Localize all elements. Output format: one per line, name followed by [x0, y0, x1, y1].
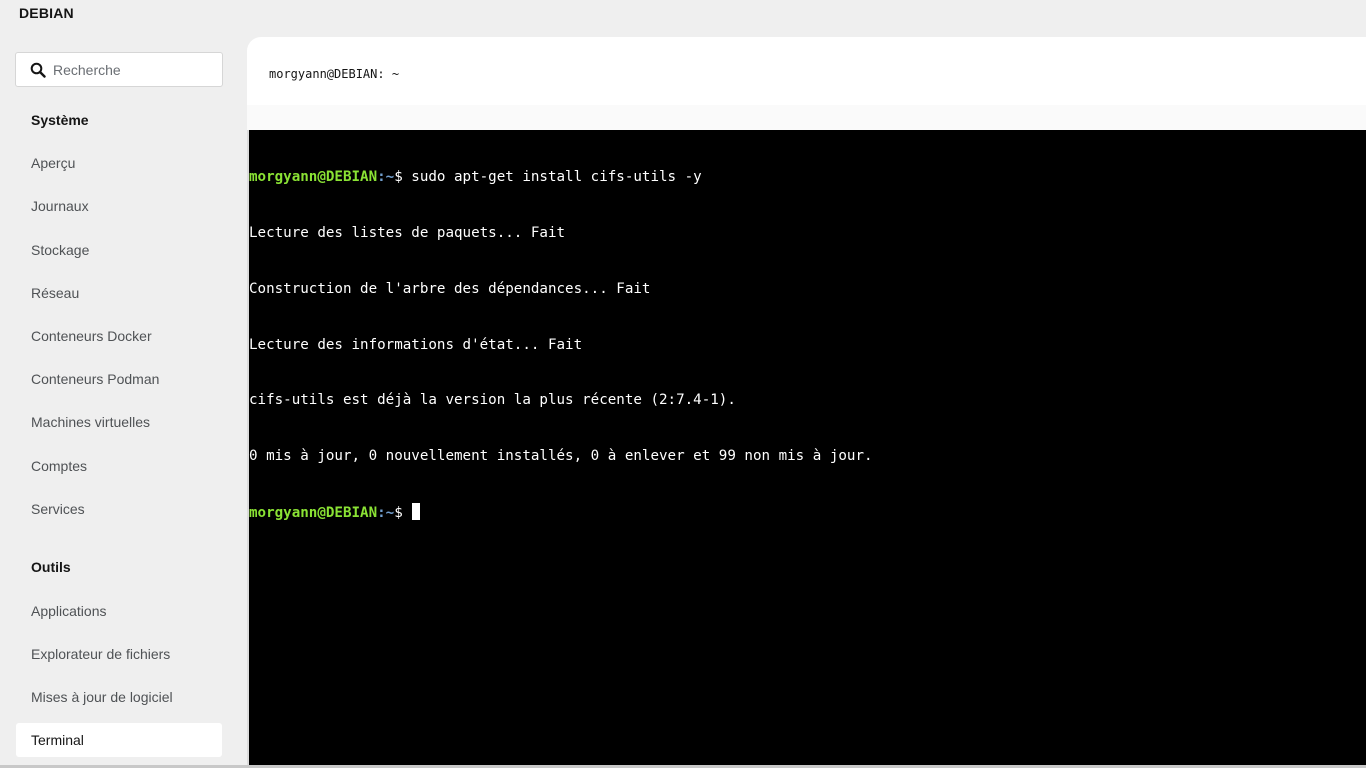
sidebar-item-reseau[interactable]: Réseau: [16, 276, 222, 310]
sidebar-item-docker[interactable]: Conteneurs Docker: [16, 319, 222, 353]
sidebar-item-explorateur-fichiers[interactable]: Explorateur de fichiers: [16, 637, 222, 671]
sidebar-item-terminal[interactable]: Terminal: [16, 723, 222, 757]
prompt-user: morgyann@DEBIAN: [249, 504, 378, 521]
sidebar-item-comptes[interactable]: Comptes: [16, 449, 222, 483]
prompt-symbol: $: [394, 504, 403, 521]
terminal-prompt-line[interactable]: morgyann@DEBIAN:~$: [249, 502, 1366, 522]
prompt-path: :~: [377, 169, 395, 186]
sidebar-item-stockage[interactable]: Stockage: [16, 233, 222, 267]
terminal-output-line: cifs-utils est déjà la version la plus r…: [249, 392, 736, 409]
sidebar-item-mises-a-jour[interactable]: Mises à jour de logiciel: [16, 680, 222, 714]
sidebar-item-applications[interactable]: Applications: [16, 594, 222, 628]
terminal-output-line: Lecture des listes de paquets... Fait: [249, 224, 566, 241]
sidebar-item-apercu[interactable]: Aperçu: [16, 146, 222, 180]
terminal-command-line: morgyann@DEBIAN:~$ sudo apt-get install …: [249, 168, 1366, 187]
terminal-output-line: Construction de l'arbre des dépendances.…: [249, 280, 651, 297]
prompt-path: :~: [377, 504, 395, 521]
search-field[interactable]: [15, 52, 223, 87]
search-icon: [30, 62, 46, 78]
section-title-outils: Outils: [31, 559, 71, 575]
sidebar-item-services[interactable]: Services: [16, 492, 222, 526]
host-title: DEBIAN: [19, 5, 74, 21]
header-divider: [247, 105, 1366, 130]
search-input[interactable]: [53, 61, 213, 78]
prompt-user: morgyann@DEBIAN: [249, 169, 378, 186]
terminal-output-line: Lecture des informations d'état... Fait: [249, 336, 583, 353]
sidebar-item-machines-virtuelles[interactable]: Machines virtuelles: [16, 405, 222, 439]
section-title-systeme: Système: [31, 112, 89, 128]
sidebar-item-journaux[interactable]: Journaux: [16, 189, 222, 223]
terminal-title: morgyann@DEBIAN: ~: [269, 67, 400, 81]
terminal-cursor: [411, 502, 420, 520]
terminal-command: sudo apt-get install cifs-utils -y: [402, 169, 702, 186]
terminal-header: morgyann@DEBIAN: ~: [247, 37, 1366, 105]
terminal-screen[interactable]: morgyann@DEBIAN:~$ sudo apt-get install …: [249, 130, 1366, 765]
prompt-symbol: $: [394, 169, 403, 186]
sidebar-item-podman[interactable]: Conteneurs Podman: [16, 362, 222, 396]
terminal-output-line: 0 mis à jour, 0 nouvellement installés, …: [249, 448, 873, 465]
